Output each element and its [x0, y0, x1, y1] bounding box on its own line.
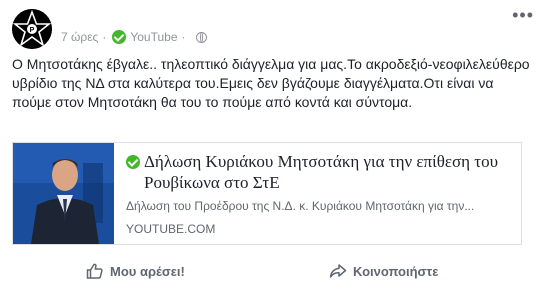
globe-icon[interactable] — [195, 31, 207, 43]
share-button[interactable]: Κοινοποιήστε — [329, 262, 438, 280]
post-meta: 7 ώρες · YouTube · — [61, 30, 207, 44]
post-time[interactable]: 7 ώρες — [61, 30, 98, 44]
card-domain: YOUTUBE.COM — [126, 222, 216, 236]
card-body: Δήλωση Κυριάκου Μητσοτάκη για την επίθεσ… — [114, 143, 521, 244]
like-button[interactable]: Μου αρέσει! — [86, 262, 185, 280]
check-circle-icon — [112, 30, 127, 44]
share-label: Κοινοποιήστε — [353, 263, 439, 279]
post-text: Ο Μητσοτάκης έβγαλε.. τηλεοπτικό διάγγελ… — [12, 56, 530, 110]
video-thumbnail[interactable] — [13, 143, 114, 244]
link-preview-card[interactable]: Δήλωση Κυριάκου Μητσοτάκη για την επίθεσ… — [12, 142, 522, 245]
black-star-logo: P — [12, 9, 52, 49]
post-actions-bar: Μου αρέσει! Κοινοποιήστε — [0, 256, 552, 286]
card-description: Δήλωση του Προέδρου της Ν.Δ. κ. Κυριάκου… — [126, 199, 475, 213]
more-options-icon[interactable]: ••• — [512, 6, 534, 24]
separator-dot: · — [181, 30, 186, 44]
separator-dot: · — [102, 30, 107, 44]
svg-text:P: P — [30, 27, 35, 34]
like-label: Μου αρέσει! — [110, 263, 185, 279]
card-title-text[interactable]: Δήλωση Κυριάκου Μητσοτάκη για την επίθεσ… — [144, 151, 511, 193]
thumbs-up-icon — [86, 263, 103, 279]
card-title[interactable]: Δήλωση Κυριάκου Μητσοτάκη για την επίθεσ… — [126, 151, 511, 193]
post-author-avatar[interactable]: P — [12, 9, 52, 49]
share-arrow-icon — [329, 264, 347, 278]
via-source[interactable]: YouTube — [130, 30, 177, 44]
check-circle-icon — [126, 155, 140, 169]
speaker-portrait-image — [13, 143, 114, 244]
